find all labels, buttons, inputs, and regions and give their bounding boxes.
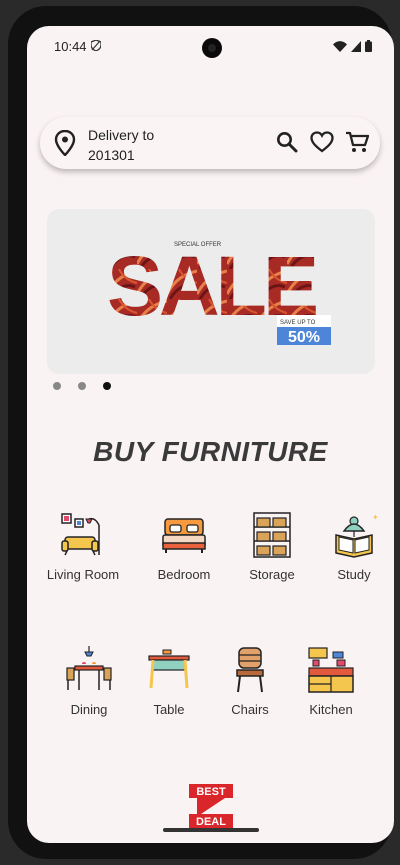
search-icon[interactable] bbox=[276, 131, 298, 153]
cart-icon[interactable] bbox=[345, 131, 369, 153]
delivery-pincode: 201301 bbox=[88, 147, 135, 163]
dining-icon bbox=[66, 646, 112, 690]
save-upto-text: SAVE UP TO bbox=[280, 320, 316, 326]
delivery-label: Delivery to bbox=[88, 127, 155, 143]
category-study[interactable]: ✦ Study bbox=[309, 511, 394, 582]
signal-icon bbox=[351, 40, 361, 52]
sale-banner[interactable]: SPECIAL OFFER SALE SAVE UP TO 50% bbox=[47, 209, 375, 374]
category-label: Kitchen bbox=[309, 702, 353, 717]
app-screen: 10:44 Delivery to 201301 SPECIAL OFFER S… bbox=[27, 26, 394, 843]
category-bedroom[interactable]: Bedroom bbox=[139, 511, 229, 582]
category-kitchen[interactable]: Kitchen bbox=[286, 646, 376, 717]
category-label: Storage bbox=[249, 567, 295, 582]
bed-icon bbox=[162, 518, 206, 553]
phone-frame: 10:44 Delivery to 201301 SPECIAL OFFER S… bbox=[8, 6, 394, 859]
category-label: Chairs bbox=[231, 702, 269, 717]
category-label: Living Room bbox=[46, 567, 120, 582]
carousel-dot[interactable] bbox=[78, 382, 86, 390]
svg-text:✦: ✦ bbox=[372, 513, 378, 522]
category-label: Study bbox=[337, 567, 371, 582]
battery-icon bbox=[365, 40, 372, 52]
wifi-icon bbox=[333, 40, 347, 52]
table-icon bbox=[148, 649, 190, 689]
logo-best: BEST bbox=[196, 786, 226, 798]
category-label: Table bbox=[153, 702, 185, 717]
category-label: Bedroom bbox=[157, 567, 211, 582]
category-dining[interactable]: Dining bbox=[44, 646, 134, 717]
front-camera bbox=[202, 38, 222, 58]
category-table[interactable]: Table bbox=[124, 646, 214, 717]
chair-icon bbox=[236, 647, 264, 693]
discount-percent: 50% bbox=[288, 329, 320, 346]
logo-deal: DEAL bbox=[196, 816, 226, 828]
carousel-indicator bbox=[53, 382, 111, 390]
shelf-icon bbox=[253, 512, 291, 558]
study-icon: ✦ bbox=[335, 513, 378, 558]
location-pin-icon bbox=[54, 130, 76, 156]
heart-icon[interactable] bbox=[310, 131, 334, 153]
category-chairs[interactable]: Chairs bbox=[205, 646, 295, 717]
carousel-dot-active[interactable] bbox=[103, 382, 111, 390]
home-indicator[interactable] bbox=[163, 828, 259, 832]
status-bar: 10:44 bbox=[27, 26, 394, 66]
sale-banner-art: SPECIAL OFFER SALE SAVE UP TO 50% bbox=[107, 239, 331, 346]
category-living-room[interactable]: Living Room bbox=[38, 511, 128, 582]
living-room-icon bbox=[61, 513, 100, 556]
delivery-location[interactable]: Delivery to 201301 bbox=[88, 125, 154, 165]
delivery-bar[interactable]: Delivery to 201301 bbox=[40, 117, 380, 169]
category-storage[interactable]: Storage bbox=[227, 511, 317, 582]
carousel-dot[interactable] bbox=[53, 382, 61, 390]
category-label: Dining bbox=[70, 702, 108, 717]
kitchen-icon bbox=[308, 647, 354, 693]
best-deal-logo: BEST DEAL bbox=[189, 784, 233, 828]
section-title: BUY FURNITURE bbox=[93, 436, 328, 467]
status-time: 10:44 bbox=[54, 39, 87, 54]
shield-icon bbox=[91, 40, 101, 51]
